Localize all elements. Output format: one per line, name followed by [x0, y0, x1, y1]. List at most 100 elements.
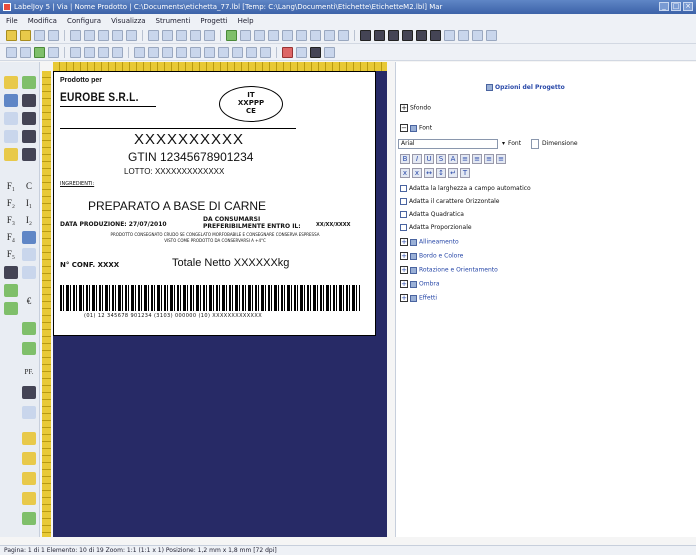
font-node[interactable]: − Font	[400, 124, 432, 132]
database-icon[interactable]	[226, 29, 237, 41]
underline-button[interactable]: U	[424, 154, 434, 164]
open-folder-icon[interactable]	[20, 29, 31, 41]
palette-field-f2[interactable]: F₂	[4, 197, 18, 210]
palette-frame-icon[interactable]	[22, 342, 36, 355]
preview-icon[interactable]	[240, 29, 251, 41]
spacing-button[interactable]: ↔	[424, 168, 434, 178]
new-file-icon[interactable]	[6, 29, 17, 41]
hand-icon[interactable]	[20, 46, 31, 58]
palette-field-f4[interactable]: F₄	[4, 231, 18, 244]
checkbox-item-3[interactable]: Adatta Quadratica	[400, 211, 464, 218]
arrow-right-icon[interactable]	[148, 46, 159, 58]
print-icon[interactable]	[48, 29, 59, 41]
font-dropdown-icon[interactable]: ▾	[502, 140, 505, 147]
zoom-out-icon[interactable]	[162, 29, 173, 41]
ce-oval-stamp[interactable]: IT XXPPP CE	[219, 86, 283, 122]
counter-icon[interactable]	[190, 46, 201, 58]
layout-icon[interactable]	[254, 29, 265, 41]
cut-icon[interactable]	[98, 29, 109, 41]
product-code-text[interactable]: XXXXXXXXXX	[134, 131, 244, 148]
strike-button[interactable]: S	[436, 154, 446, 164]
palette-text-tool-icon[interactable]	[4, 76, 18, 89]
align-middle-icon[interactable]	[324, 29, 335, 41]
palette-dark-icon[interactable]	[22, 386, 36, 399]
lotto-text[interactable]: LOTTO: XXXXXXXXXXXXX	[124, 167, 224, 176]
wrap-button[interactable]: ↵	[448, 168, 458, 178]
barcode-icon[interactable]	[458, 29, 469, 41]
case-button[interactable]: T	[460, 168, 470, 178]
date-icon[interactable]	[204, 46, 215, 58]
group-icon[interactable]	[402, 29, 413, 41]
line-icon[interactable]	[70, 46, 81, 58]
redo-icon[interactable]	[84, 29, 95, 41]
palette-euro-icon[interactable]: €	[22, 295, 36, 308]
prodotto-per-text[interactable]: Prodotto per	[60, 77, 102, 84]
menu-visualizza[interactable]: Visualizza	[111, 17, 145, 25]
close-button[interactable]: ×	[683, 2, 693, 11]
palette-pf[interactable]: PF.	[22, 366, 36, 379]
time-icon[interactable]	[218, 46, 229, 58]
checkbox-item-1[interactable]: Adatta la larghezza a campo automatico	[400, 185, 531, 192]
palette-table-tool-icon[interactable]	[22, 130, 36, 143]
barcode-human-readable[interactable]: (01) 12 345678 901234 (3103) 000000 (10)…	[84, 313, 262, 319]
palette-grid-icon[interactable]	[4, 266, 18, 279]
arrow-up-icon[interactable]	[162, 46, 173, 58]
lock-icon[interactable]	[430, 29, 441, 41]
checkbox-3[interactable]	[400, 211, 407, 218]
help-icon[interactable]	[324, 46, 335, 58]
palette-field-f3[interactable]: F₃	[4, 214, 18, 227]
menu-configura[interactable]: Configura	[67, 17, 101, 25]
palette-light-icon[interactable]	[22, 406, 36, 419]
align-left-button[interactable]: ≡	[460, 154, 470, 164]
project-options-link[interactable]: Opzioni del Progetto	[486, 84, 565, 91]
font-size-field[interactable]	[531, 139, 539, 149]
palette-image-tool-icon[interactable]	[22, 76, 36, 89]
collapse-minus-icon[interactable]: −	[400, 124, 408, 132]
align-bottom-icon[interactable]	[338, 29, 349, 41]
menu-help[interactable]: Help	[238, 17, 254, 25]
menu-strumenti[interactable]: Strumenti	[156, 17, 191, 25]
label-preview[interactable]: Prodotto per EUROBE S.R.L. IT XXPPP CE X…	[53, 71, 376, 336]
copy-icon[interactable]	[112, 29, 123, 41]
arrow-down-icon[interactable]	[176, 46, 187, 58]
grid-icon[interactable]	[190, 29, 201, 41]
font-name-select[interactable]: Arial	[398, 139, 498, 149]
palette-column-icon[interactable]	[22, 266, 36, 279]
palette-field-c[interactable]: C	[22, 180, 36, 193]
align-center-icon[interactable]	[282, 29, 293, 41]
palette-field-f5[interactable]: F₅	[4, 248, 18, 261]
pointer-icon[interactable]	[6, 46, 17, 58]
distribute-icon[interactable]	[360, 29, 371, 41]
table-icon[interactable]	[34, 46, 45, 58]
ingredienti-text[interactable]: INGREDIENTI:	[60, 181, 94, 187]
palette-field-i2[interactable]: I₂	[22, 214, 36, 227]
barcode-image[interactable]	[60, 285, 360, 311]
palette-shape-tool-icon[interactable]	[4, 94, 18, 107]
linespace-button[interactable]: ↕	[436, 168, 446, 178]
tree-item-ombra[interactable]: + Ombra	[400, 280, 440, 288]
bring-front-icon[interactable]	[374, 29, 385, 41]
sfondo-node[interactable]: + Sfondo	[400, 104, 431, 112]
zoom-in-icon[interactable]	[148, 29, 159, 41]
storage-note-text[interactable]: PRODOTTO CONSEGNATO CRUDO SE CONGELATO M…	[70, 232, 360, 244]
bold-button[interactable]: B	[400, 154, 410, 164]
tree-item-bordo[interactable]: + Bordo e Colore	[400, 252, 463, 260]
shape-icon[interactable]	[486, 29, 497, 41]
send-back-icon[interactable]	[388, 29, 399, 41]
checkbox-2[interactable]	[400, 198, 407, 205]
snap-icon[interactable]	[204, 29, 215, 41]
consumare-text[interactable]: DA CONSUMARSI PREFERIBILMENTE ENTRO IL:	[203, 216, 301, 230]
checkbox-item-2[interactable]: Adatta il carattere Orizzontale	[400, 198, 499, 205]
justify-button[interactable]: ≡	[496, 154, 506, 164]
expand-plus-icon[interactable]: +	[400, 104, 408, 112]
menu-file[interactable]: File	[6, 17, 18, 25]
tree-item-effetti[interactable]: + Effetti	[400, 294, 437, 302]
italic-button[interactable]: I	[412, 154, 422, 164]
palette-block-icon[interactable]	[22, 231, 36, 244]
rotate-icon[interactable]	[48, 46, 59, 58]
sup-button[interactable]: x	[412, 168, 422, 178]
palette-rect-tool-icon[interactable]	[22, 112, 36, 125]
palette-line-tool-icon[interactable]	[4, 112, 18, 125]
minimize-button[interactable]: _	[659, 2, 669, 11]
palette-field-f1[interactable]: F₁	[4, 180, 18, 193]
